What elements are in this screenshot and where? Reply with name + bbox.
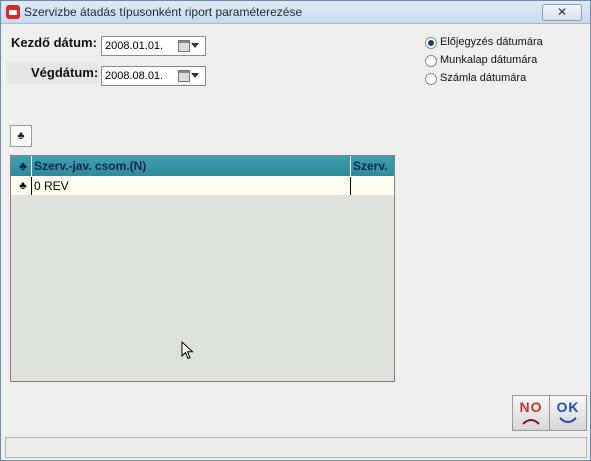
cell-divider — [31, 177, 32, 195]
end-date-value[interactable]: 2008.08.01. — [105, 70, 163, 82]
mouse-pointer-icon — [181, 341, 194, 360]
window-title: Szervizbe átadás típusonként riport para… — [24, 5, 303, 19]
column-header-package[interactable]: Szerv.-jav. csom.(N) — [34, 156, 350, 176]
club-icon[interactable]: ♣ — [15, 177, 31, 195]
start-date-label: Kezdő dátum: — [11, 35, 97, 50]
table-row[interactable]: ♣ 0 REV — [11, 177, 394, 195]
package-cell[interactable]: 0 REV — [34, 177, 350, 195]
title-bar: Szervizbe átadás típusonként riport para… — [1, 1, 590, 24]
grid-header: ♣ Szerv.-jav. csom.(N) Szerv. — [11, 156, 394, 177]
column-divider — [31, 156, 32, 176]
no-button-label: NO — [519, 399, 543, 415]
report-dialog: Szervizbe átadás típusonként riport para… — [0, 0, 591, 461]
szerv-cell[interactable] — [353, 177, 393, 195]
chevron-down-icon[interactable] — [191, 43, 199, 48]
start-date-picker[interactable]: 2008.01.01. — [101, 36, 206, 56]
no-button[interactable]: NO — [512, 395, 550, 431]
club-icon: ♣ — [17, 130, 25, 142]
chevron-down-icon[interactable] — [191, 73, 199, 78]
ok-button[interactable]: OK — [549, 395, 587, 431]
radio-label: Munkalap dátumára — [440, 54, 538, 66]
radio-button[interactable] — [425, 55, 437, 67]
column-header-szerv[interactable]: Szerv. — [353, 156, 393, 176]
status-bar — [5, 437, 587, 458]
club-icon[interactable]: ♣ — [15, 156, 31, 176]
start-date-value[interactable]: 2008.01.01. — [105, 40, 163, 52]
ok-button-label: OK — [556, 399, 580, 415]
radio-label: Számla dátumára — [440, 72, 527, 84]
frown-icon — [522, 419, 540, 425]
calendar-icon[interactable] — [178, 40, 190, 52]
end-date-label: Végdátum: — [31, 65, 99, 80]
grid-options-button[interactable]: ♣ — [10, 125, 32, 147]
close-button[interactable]: ✕ — [542, 4, 582, 21]
cell-divider — [350, 177, 351, 195]
radio-button[interactable] — [425, 73, 437, 85]
smile-icon — [559, 417, 577, 423]
radio-button-selected[interactable] — [425, 37, 437, 49]
app-icon — [6, 5, 20, 19]
column-divider — [350, 156, 351, 176]
end-date-picker[interactable]: 2008.08.01. — [101, 66, 206, 86]
package-grid[interactable]: ♣ Szerv.-jav. csom.(N) Szerv. ♣ 0 REV — [10, 155, 395, 382]
calendar-icon[interactable] — [178, 70, 190, 82]
radio-label: Előjegyzés dátumára — [440, 36, 543, 48]
